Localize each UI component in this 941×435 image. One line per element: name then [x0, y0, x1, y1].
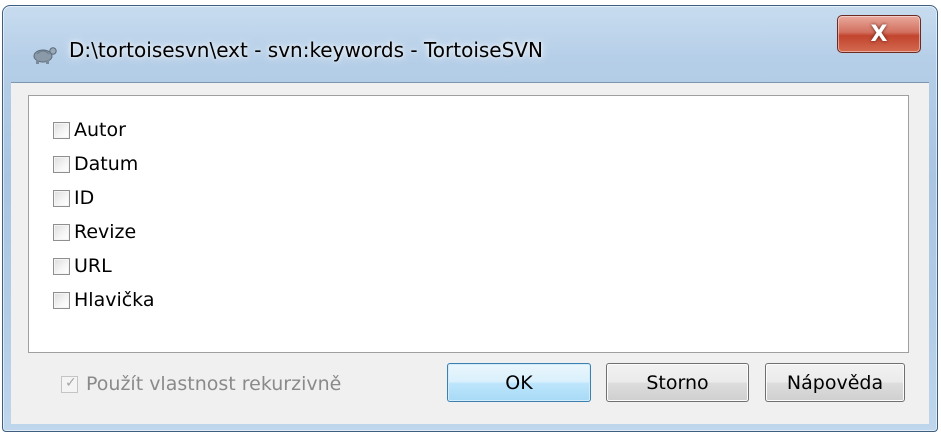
keyword-label: Hlavička	[74, 289, 155, 311]
close-button[interactable]: X	[837, 15, 921, 53]
keyword-item-autor[interactable]: Autor	[53, 118, 126, 142]
keyword-checkbox[interactable]	[53, 291, 70, 309]
keyword-label: Autor	[74, 119, 126, 141]
recursive-checkbox: ✓	[61, 374, 78, 393]
recursive-option: ✓ Použít vlastnost rekurzivně	[61, 373, 341, 395]
help-button[interactable]: Nápověda	[765, 363, 905, 402]
keyword-label: Revize	[74, 221, 137, 243]
checkmark-icon: ✓	[65, 374, 77, 391]
keyword-checkbox[interactable]	[53, 257, 70, 275]
title-bar[interactable]: D:\tortoisesvn\ext - svn:keywords - Tort…	[3, 6, 937, 86]
keyword-checkbox[interactable]	[53, 189, 70, 207]
cancel-button[interactable]: Storno	[606, 363, 749, 402]
keyword-item-hlavicka[interactable]: Hlavička	[53, 288, 155, 312]
dialog-client-area: Autor Datum ID Revize URL Hlavička ✓ Pou…	[11, 82, 929, 424]
keyword-item-datum[interactable]: Datum	[53, 152, 138, 176]
keyword-item-revize[interactable]: Revize	[53, 220, 136, 244]
close-icon: X	[870, 21, 888, 47]
keyword-item-url[interactable]: URL	[53, 254, 112, 278]
ok-button[interactable]: OK	[447, 363, 591, 402]
keyword-checkbox[interactable]	[53, 155, 70, 173]
window-title: D:\tortoisesvn\ext - svn:keywords - Tort…	[69, 38, 543, 62]
keyword-checkbox[interactable]	[53, 121, 70, 139]
recursive-label: Použít vlastnost rekurzivně	[86, 373, 342, 395]
tortoise-icon	[33, 47, 57, 64]
keyword-label: URL	[74, 255, 112, 277]
keywords-group: Autor Datum ID Revize URL Hlavička	[28, 95, 909, 353]
keyword-label: Datum	[74, 153, 139, 175]
dialog-window: D:\tortoisesvn\ext - svn:keywords - Tort…	[2, 5, 938, 432]
keyword-checkbox[interactable]	[53, 223, 70, 241]
keyword-item-id[interactable]: ID	[53, 186, 94, 210]
keyword-label: ID	[74, 187, 95, 209]
